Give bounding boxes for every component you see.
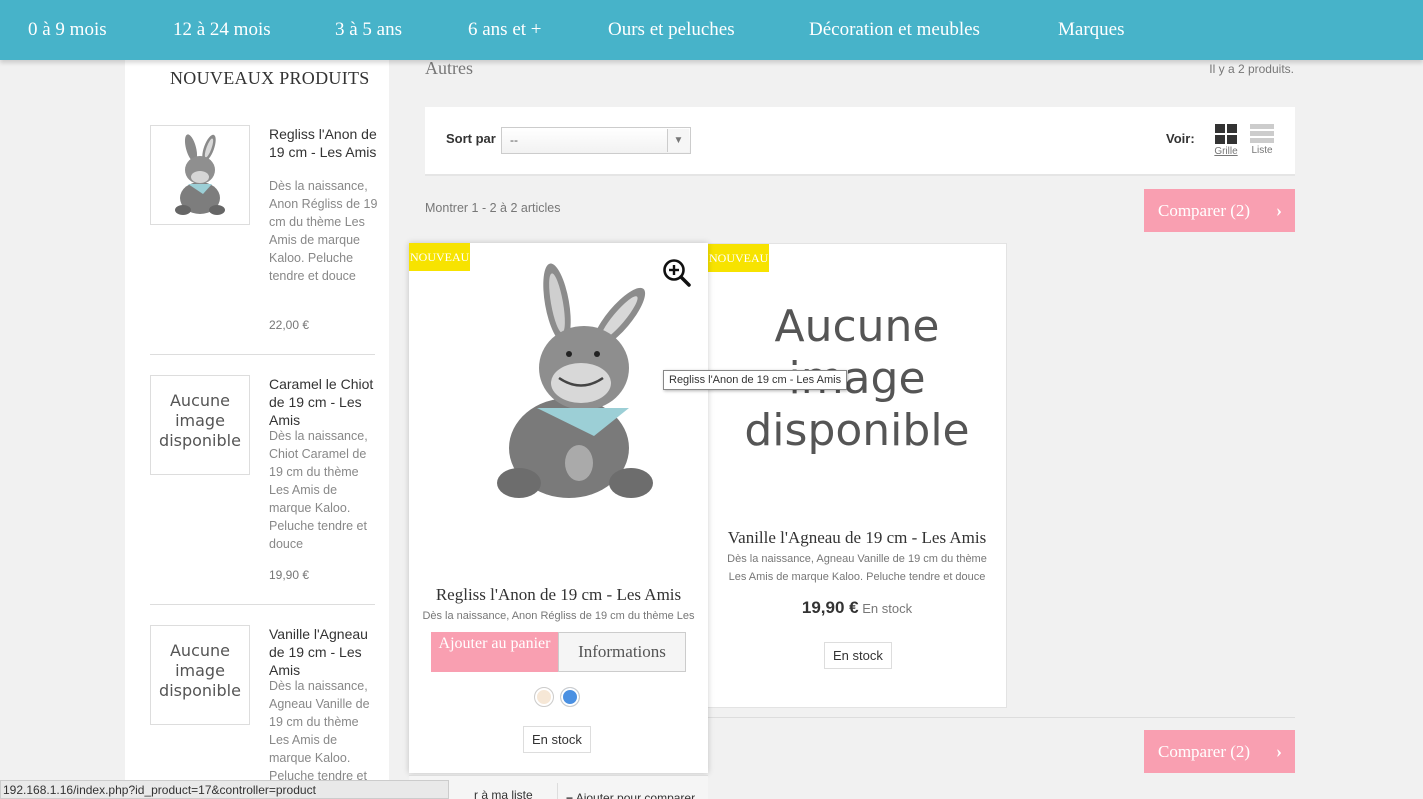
more-info-button[interactable]: Informations [558,632,686,672]
new-product-item: Aucune image disponible Vanille l'Agneau… [150,625,375,799]
grid-view-label: Grille [1214,146,1238,157]
new-products-title: NOUVEAUX PRODUITS [170,68,370,88]
product-card[interactable]: NOUVEAU Aucune image disponible Vanille … [707,243,1007,708]
new-product-item: Regliss l'Anon de 19 cm - Les Amis Dès l… [150,125,377,335]
sort-select[interactable]: -- ▼ [501,127,691,154]
divider [150,354,375,355]
product-description: Dès la naissance, Anon Régliss de 19 cm … [269,179,378,283]
list-view-label: Liste [1251,145,1273,156]
nav-item-marques[interactable]: Marques [1058,0,1124,60]
sort-select-value: -- [510,133,518,147]
product-name[interactable]: Vanille l'Agneau de 19 cm - Les Amis [269,625,375,679]
chevron-down-icon: ▼ [667,129,689,152]
product-price: 19,90 € [269,568,310,582]
list-view-button[interactable]: Liste [1245,124,1279,156]
tooltip: Regliss l'Anon de 19 cm - Les Amis [663,370,848,390]
donkey-plush-image [175,134,225,215]
grid-icon [1215,124,1237,144]
list-icon [1250,124,1274,143]
product-thumbnail[interactable]: Aucune image disponible [150,625,250,725]
product-count: Il y a 2 produits. [1209,62,1294,76]
sort-label: Sort par [446,131,496,146]
browser-status-bar: 192.168.1.16/index.php?id_product=17&con… [0,780,449,799]
new-products-block: NOUVEAUX PRODUITS Regliss l'Anon de 19 c… [125,60,389,799]
category-title: Autres [425,58,473,78]
card-footer-actions: r à ma liste − Ajouter pour comparer [409,775,708,799]
divider [150,604,375,605]
compare-button[interactable]: Comparer (2) › [1144,189,1295,232]
nav-item-decoration-meubles[interactable]: Décoration et meubles [809,0,980,60]
color-swatch-beige[interactable] [534,687,554,707]
product-thumbnail[interactable]: Aucune image disponible [150,375,250,475]
product-name[interactable]: Regliss l'Anon de 19 cm - Les Amis [409,585,708,605]
compare-label: Comparer (2) [1158,201,1251,220]
add-to-cart-button[interactable]: Ajouter au panier [431,632,558,672]
product-price: 22,00 € [269,318,310,332]
nav-item-0-9-mois[interactable]: 0 à 9 mois [28,0,107,60]
product-description: Dès la naissance, Agneau Vanille de 19 c… [727,553,987,583]
add-to-compare-link[interactable]: − Ajouter pour comparer [557,783,695,799]
nav-item-3-5-ans[interactable]: 3 à 5 ans [335,0,402,60]
compare-label: Comparer (2) [1158,742,1251,761]
top-navigation: 0 à 9 mois 12 à 24 mois 3 à 5 ans 6 ans … [0,0,1423,60]
product-price: 19,90 € [801,598,859,617]
product-description: Dès la naissance, Anon Régliss de 19 cm … [422,610,695,622]
view-label: Voir: [1166,131,1195,146]
new-badge: NOUVEAU [708,244,770,272]
availability: En stock [862,601,913,616]
price-row: 19,90 € En stock [708,598,1006,618]
stock-status: En stock [824,642,892,669]
showing-count: Montrer 1 - 2 à 2 articles [425,201,561,215]
color-swatch-blue[interactable] [560,687,580,707]
new-product-item: Aucune image disponible Caramel le Chiot… [150,375,375,585]
product-thumbnail[interactable] [150,125,250,225]
product-card[interactable]: NOUVEAU Regliss l'Anon de 19 cm - Les Am… [409,243,708,773]
no-image-placeholder: Aucune image disponible [159,641,241,700]
sort-toolbar: Sort par -- ▼ Voir: Grille Liste [425,107,1295,176]
nav-item-6-ans[interactable]: 6 ans et + [468,0,542,60]
chevron-right-icon: › [1276,200,1282,220]
donkey-plush-image[interactable] [419,258,699,523]
compare-button-bottom[interactable]: Comparer (2) › [1144,730,1295,773]
product-name[interactable]: Caramel le Chiot de 19 cm - Les Amis [269,375,379,429]
add-to-compare-label: Ajouter pour comparer [575,791,696,799]
product-name[interactable]: Vanille l'Agneau de 19 cm - Les Amis [708,528,1006,548]
no-image-placeholder: Aucune image disponible [159,391,241,450]
grid-view-button[interactable]: Grille [1209,124,1243,157]
zoom-icon[interactable] [662,258,692,288]
product-name[interactable]: Regliss l'Anon de 19 cm - Les Amis [269,125,379,161]
product-description: Dès la naissance, Agneau Vanille de 19 c… [269,679,370,783]
chevron-right-icon: › [1276,741,1282,761]
add-to-wishlist-link[interactable]: r à ma liste [474,788,533,799]
product-description: Dès la naissance, Chiot Caramel de 19 cm… [269,429,368,551]
nav-item-12-24-mois[interactable]: 12 à 24 mois [173,0,271,60]
stock-status: En stock [523,726,591,753]
nav-item-ours-peluches[interactable]: Ours et peluches [608,0,735,60]
